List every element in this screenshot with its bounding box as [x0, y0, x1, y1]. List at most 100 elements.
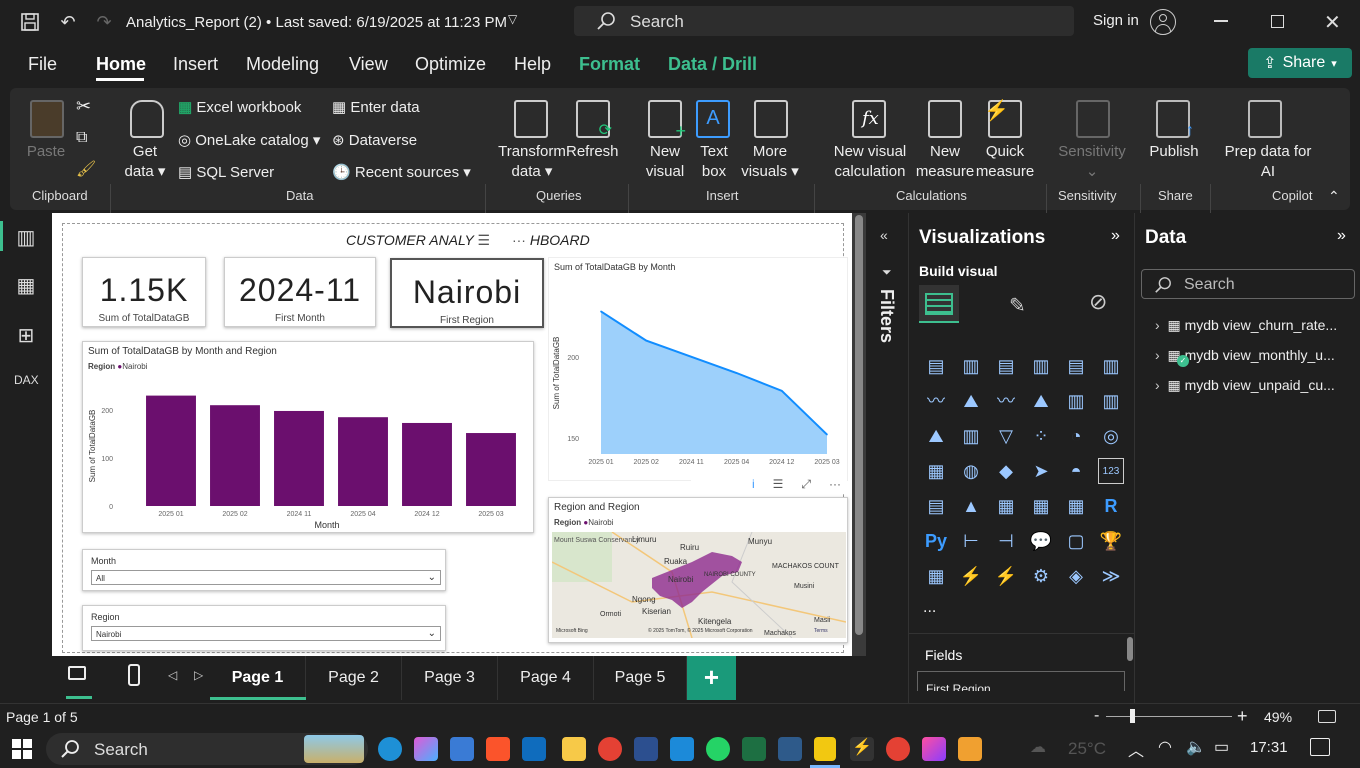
zoom-in-button[interactable]: +	[1237, 706, 1248, 727]
transform-data-button[interactable]: Transform data ▾	[496, 142, 568, 182]
close-button[interactable]: ✕	[1324, 10, 1341, 35]
kpi-card-total-data[interactable]: 1.15K Sum of TotalDataGB	[82, 257, 206, 327]
page-tab-3[interactable]: Page 3	[402, 656, 498, 700]
whatsapp-icon[interactable]	[706, 737, 730, 761]
map-visual-icon[interactable]: ◍	[958, 458, 984, 484]
text-box-button[interactable]: Text box	[694, 142, 734, 182]
file-explorer-icon[interactable]	[562, 737, 586, 761]
qa-visual-icon[interactable]: 💬	[1028, 528, 1054, 554]
month-slicer[interactable]: Month All ⌄	[82, 549, 446, 591]
funnel-visual-icon[interactable]: ▽	[993, 423, 1019, 449]
new-measure-button[interactable]: New measure	[914, 142, 976, 182]
store-icon[interactable]	[450, 737, 474, 761]
dax-query-view-icon[interactable]: DAX	[14, 373, 39, 397]
bar-chart-visual[interactable]: Sum of TotalDataGB by Month and Region R…	[82, 341, 534, 533]
chevron-down-icon[interactable]: ▽	[508, 12, 517, 26]
save-icon[interactable]	[18, 10, 42, 34]
map-canvas[interactable]: Mount Suswa Conservancy Limuru Ruiru Mun…	[552, 532, 846, 638]
data-table-row[interactable]: › ▦ mydb view_churn_rate...	[1155, 317, 1337, 334]
pie-visual-icon[interactable]: ◔	[1063, 423, 1089, 449]
kpi-card-first-region[interactable]: Nairobi First Region	[390, 258, 544, 328]
sql-tools-icon[interactable]	[778, 737, 802, 761]
chrome-icon[interactable]	[886, 737, 910, 761]
chevron-up-icon[interactable]: ︿	[1128, 737, 1144, 761]
menu-view[interactable]: View	[349, 54, 388, 75]
sensitivity-button[interactable]: Sensitivity ⌄	[1056, 142, 1128, 182]
add-page-button[interactable]: +	[687, 656, 736, 700]
dataverse-button[interactable]: ⊛ Dataverse	[332, 131, 417, 151]
page-tab-2[interactable]: Page 2	[306, 656, 402, 700]
report-title[interactable]: CUSTOMER ANALY ☰ ··· HBOARD	[346, 232, 590, 249]
collapse-ribbon-icon[interactable]: ⌃	[1328, 186, 1340, 206]
line-visual-icon[interactable]: 〰	[923, 388, 949, 414]
area-visual-icon[interactable]: ⛰	[958, 388, 984, 414]
data-table-row[interactable]: › ▦ mydb view_unpaid_cu...	[1155, 377, 1335, 394]
menu-optimize[interactable]: Optimize	[415, 54, 486, 75]
r-visual-visual-icon[interactable]: R	[1098, 493, 1124, 519]
card-visual-icon[interactable]: 123	[1098, 458, 1124, 484]
matrix-visual-icon[interactable]: ▦	[1063, 493, 1089, 519]
smart-narrative-visual-icon[interactable]: ⚡	[993, 563, 1019, 589]
more-options-icon[interactable]: ···	[829, 477, 841, 491]
maximize-button[interactable]	[1271, 15, 1284, 28]
more-visuals-ellipsis[interactable]: ...	[923, 599, 936, 617]
publish-button[interactable]: Publish	[1146, 142, 1202, 162]
sql-server-button[interactable]: ▤ SQL Server	[178, 163, 274, 183]
zoom-slider[interactable]	[1106, 716, 1232, 717]
info-icon[interactable]: i	[752, 477, 755, 491]
undo-icon[interactable]: ↶	[56, 10, 80, 34]
format-painter-icon[interactable]: 🖌	[76, 160, 96, 180]
search-box[interactable]: Search	[574, 6, 1074, 36]
collapse-pane-icon[interactable]: »	[1111, 227, 1120, 245]
line-clustered-visual-icon[interactable]: ▥	[1098, 388, 1124, 414]
multi-row-card-visual-icon[interactable]: ▤	[923, 493, 949, 519]
stacked-bar-visual-icon[interactable]: ▤	[923, 353, 949, 379]
mobile-layout-icon[interactable]	[128, 664, 140, 686]
field-well[interactable]: First Region	[917, 671, 1125, 691]
map-visual[interactable]: Region and Region Region ●Nairobi Mount …	[548, 497, 848, 643]
custom-visual-icon[interactable]: ◈	[1063, 563, 1089, 589]
ribbon-visual-icon[interactable]: ⛰	[923, 423, 949, 449]
menu-insert[interactable]: Insert	[173, 54, 218, 75]
clustered-bar-visual-icon[interactable]: ▤	[993, 353, 1019, 379]
report-canvas[interactable]: CUSTOMER ANALY ☰ ··· HBOARD 1.15K Sum of…	[52, 213, 852, 656]
filter-icon[interactable]: ☰	[773, 477, 784, 491]
desktop-layout-icon[interactable]	[66, 664, 92, 699]
filled-map-visual-icon[interactable]: ◆	[993, 458, 1019, 484]
donut-visual-icon[interactable]: ◎	[1098, 423, 1124, 449]
python-visual-visual-icon[interactable]: Py	[923, 528, 949, 554]
new-visual-button[interactable]: New visual	[642, 142, 688, 182]
quick-measure-button[interactable]: Quick measure	[974, 142, 1036, 182]
document-title[interactable]: Analytics_Report (2) • Last saved: 6/19/…	[126, 14, 507, 31]
vpn-icon[interactable]	[958, 737, 982, 761]
more-visuals-button[interactable]: More visuals ▾	[740, 142, 800, 182]
sign-in-link[interactable]: Sign in	[1093, 12, 1139, 29]
table-view-icon[interactable]: ▦	[14, 273, 38, 297]
key-influencers-visual-icon[interactable]: ⊢	[958, 528, 984, 554]
app-icon[interactable]	[922, 737, 946, 761]
scroll-right-icon[interactable]: ▷	[194, 668, 203, 682]
menu-format[interactable]: Format	[579, 54, 640, 75]
analytics-icon[interactable]: ⊘	[1089, 289, 1107, 315]
page-tab-4[interactable]: Page 4	[498, 656, 594, 700]
minimize-button[interactable]	[1214, 20, 1228, 22]
windows-start-icon[interactable]	[12, 739, 32, 759]
copy-icon[interactable]: ⧉	[76, 128, 87, 148]
100-area-visual-icon[interactable]: ⛰	[1028, 388, 1054, 414]
copilot-icon[interactable]	[414, 737, 438, 761]
100-column-visual-icon[interactable]: ▥	[1098, 353, 1124, 379]
filters-pane-collapsed[interactable]: « ⏷ Filters	[866, 213, 908, 656]
model-view-icon[interactable]: ⊞	[14, 323, 38, 347]
data-table-row[interactable]: › ▦ ✓ mydb view_monthly_u...	[1155, 347, 1335, 367]
area-chart-visual[interactable]: Sum of TotalDataGB by Month 150 200 Sum of…	[548, 257, 848, 494]
scroll-left-icon[interactable]: ◁	[168, 668, 177, 682]
slicer-visual-icon[interactable]: ▦	[993, 493, 1019, 519]
power-automate-visual-icon[interactable]: ⚡	[958, 563, 984, 589]
kpi-visual-icon[interactable]: ▲	[958, 493, 984, 519]
canvas-scrollbar[interactable]	[852, 213, 866, 656]
vscode-icon[interactable]	[670, 737, 694, 761]
treemap-visual-icon[interactable]: ▦	[923, 458, 949, 484]
paginated-visual-icon[interactable]: ▢	[1063, 528, 1089, 554]
metrics-visual-icon[interactable]: 🏆	[1098, 528, 1124, 554]
outlook-icon[interactable]	[522, 737, 546, 761]
